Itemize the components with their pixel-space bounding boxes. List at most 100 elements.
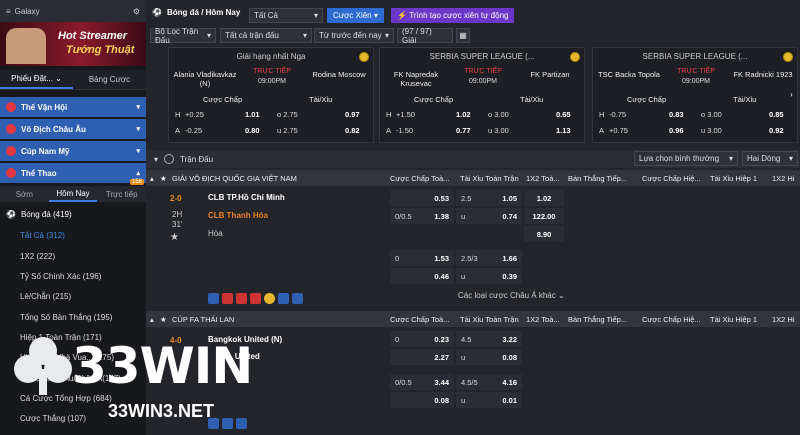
odds-cell[interactable]: 1.02 [524,190,564,206]
tab-early[interactable]: Sớm [0,186,49,202]
card-ou-line: u 3.00 [488,126,509,135]
parlay-button[interactable]: Cược Xiên ▾ [327,8,384,23]
card-odd[interactable]: 0.96 [669,126,684,135]
odds-cell[interactable]: 0.46 [390,268,454,284]
chart-icon[interactable] [250,293,261,304]
promo-banner[interactable]: Hot Streamer Tướng Thuật [0,22,146,66]
menu-icon[interactable]: ≡ [6,7,11,16]
card-handicap-line: -1.50 [396,126,414,135]
tv-icon[interactable] [236,293,247,304]
odds-cell[interactable]: u 0.39 [456,268,522,284]
card-ou-line: o 3.00 [701,110,722,119]
featured-match-card[interactable]: SERBIA SUPER LEAGUE (... TSC Backa Topol… [592,47,798,143]
odds-cell[interactable]: 0/0.5 1.38 [390,208,454,224]
chevron-down-icon: ▾ [313,11,318,20]
selection-dropdown[interactable]: Lựa chọn bình thường ▾ [634,151,738,166]
market-item-0[interactable]: Tất Cả (312) [0,227,146,244]
odds-cell[interactable]: 0.08 [390,392,454,408]
card-odd[interactable]: 1.01 [245,110,260,119]
card-odd[interactable]: 0.97 [345,110,360,119]
odds-cell[interactable]: 0 1.53 [390,250,454,266]
coin-icon[interactable] [264,293,275,304]
card-odd[interactable]: 0.85 [769,110,784,119]
tab-today[interactable]: Hôm Nay [48,186,98,202]
featured-match-card[interactable]: SERBIA SUPER LEAGUE (... FK Napredak Kru… [379,47,585,143]
chevron-down-icon[interactable]: ▾ [154,155,158,164]
odds-cell[interactable]: 2.5 1.05 [456,190,522,206]
col-header: Cược Chấp Hiệ... [642,314,701,324]
galaxy-label: Galaxy [14,6,40,16]
section-copa[interactable]: Cúp Nam Mỹ ▾ [0,141,146,161]
card-time: 09:00PM [468,78,498,85]
card-odd[interactable]: 1.02 [456,110,471,119]
league-name: GIẢI VÔ ĐỊCH QUỐC GIA VIỆT NAM [172,173,297,183]
card-handicap-header: Cược Chấp [203,95,243,104]
cashout-icon[interactable] [278,293,289,304]
chevron-right-icon[interactable]: › [790,90,793,99]
odds-cell[interactable]: 0 0.23 [390,331,454,347]
card-live-label: TRỰC TIẾP [677,68,715,75]
favorite-icon[interactable] [208,293,219,304]
card-time: 09:00PM [681,78,711,85]
star-icon[interactable]: ★ [160,174,167,183]
section-euro[interactable]: Vô Địch Châu Âu ▾ [0,119,146,139]
more-asian-markets[interactable]: Các loại cược Châu Á khác ⌄ [458,291,565,300]
card-odd[interactable]: 0.83 [669,110,684,119]
card-home-team: FK Napredak Krusevac [393,70,439,88]
brand-url: 33WIN3.NET [108,401,215,421]
card-odd[interactable]: 0.80 [245,126,260,135]
filter-dropdown[interactable]: Tất Cả ▾ [249,8,323,23]
sport-football[interactable]: ⚽ Bóng đá (419) [0,206,146,223]
card-odd[interactable]: 0.77 [456,126,471,135]
card-ou-line: u 2.75 [277,126,298,135]
card-side-label: H [386,110,392,119]
auto-parlay-button[interactable]: ⚡ Trình tạo cược xiên tự động [391,8,515,23]
section-sports[interactable]: Thể Thao ▴ [0,163,146,183]
bars-icon[interactable] [292,293,303,304]
card-live-label: TRỰC TIẾP [464,68,502,75]
match-filter-dropdown[interactable]: Bộ Lọc Trận Đấu ▾ [150,27,216,45]
featured-match-card[interactable]: Giải hạng nhất Nga Alania Vladikavkaz (N… [168,47,374,143]
coin-icon [783,52,793,62]
all-matches-dropdown[interactable]: Tất cả trận đấu ▾ [220,28,312,43]
clover-logo-icon [14,337,72,395]
card-ou-header: Tài/Xỉu [520,95,544,104]
section-olympics[interactable]: Thế Vận Hội ▾ [0,97,146,117]
row-mode-dropdown[interactable]: Hai Dòng ▾ [742,151,798,166]
odds-cell[interactable]: 122.00 [524,208,564,224]
streamer-image [6,28,46,64]
odds-cell[interactable]: u 0.74 [456,208,522,224]
settings-icon[interactable]: ⚙ [133,7,140,16]
card-odd[interactable]: 0.92 [769,126,784,135]
chevron-up-icon[interactable]: ▴ [150,174,154,183]
market-item-1[interactable]: 1X2 (222) [0,248,146,265]
odds-cell[interactable]: 2.5/3 1.66 [456,250,522,266]
sports-icon [6,168,16,178]
time-tabs: Sớm Hôm Nay Trực tiếp 156 [0,179,146,202]
odds-cell[interactable]: 0/0.5 3.44 [390,374,454,390]
star-icon[interactable]: ★ [170,232,179,243]
market-item-2[interactable]: Tỷ Số Chính Xác (196) [0,268,146,285]
odds-cell[interactable]: 8.90 [524,226,564,242]
league-header[interactable]: ▴ ★ GIẢI VÔ ĐỊCH QUỐC GIA VIỆT NAM Cược … [146,170,800,186]
card-odd[interactable]: 0.82 [345,126,360,135]
odds-cell[interactable]: 2.27 [390,349,454,365]
football-icon: ⚽ [152,7,162,17]
odds-cell[interactable]: 4.5/5 4.16 [456,374,522,390]
card-odd[interactable]: 1.13 [556,126,571,135]
tab-bet-slip[interactable]: Phiếu Đặt... ⌄ [0,70,73,89]
market-item-3[interactable]: Lẻ/Chẵn (215) [0,288,146,305]
sort-dropdown[interactable]: Từ trước đến nay ▾ [314,28,394,43]
matches-label: Trận Đấu [180,154,214,164]
tab-bet-ledger[interactable]: Bảng Cược [73,70,146,89]
tab-live[interactable]: Trực tiếp 156 [97,179,146,202]
odds-cell[interactable]: u 0.01 [456,392,522,408]
odds-cell[interactable]: 4.5 3.22 [456,331,522,347]
card-odd[interactable]: 0.65 [556,110,571,119]
col-header: 1X2 Toà... [526,314,560,324]
card-side-label: A [175,126,181,135]
odds-cell[interactable]: 0.53 [390,190,454,206]
odds-cell[interactable]: u 0.08 [456,349,522,365]
grid-icon[interactable]: ▦ [456,28,470,43]
stats-icon[interactable] [222,293,233,304]
